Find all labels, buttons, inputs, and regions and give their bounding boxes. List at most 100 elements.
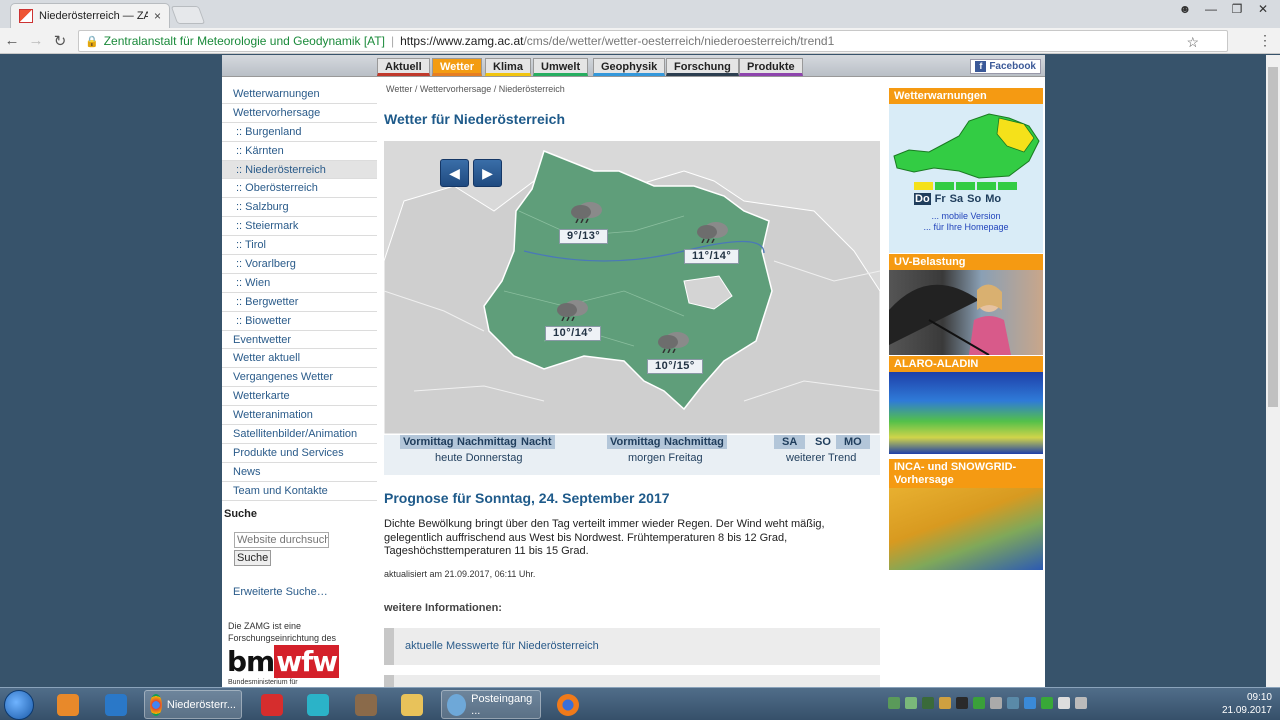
new-tab-button[interactable] [170, 6, 206, 24]
nav-niederoesterreich[interactable]: :: Niederösterreich [222, 160, 377, 180]
map-next-button[interactable]: ▶ [473, 159, 502, 187]
nav-umwelt[interactable]: Umwelt [533, 58, 589, 76]
nav-oberoesterreich[interactable]: :: Oberösterreich [222, 179, 377, 199]
search-button[interactable]: Suche [234, 550, 272, 566]
nav-wien[interactable]: :: Wien [222, 274, 377, 293]
nav-produkte-services[interactable]: Produkte und Services [222, 444, 377, 463]
page-scrollbar[interactable] [1266, 55, 1280, 687]
nav-steiermark[interactable]: :: Steiermark [222, 217, 377, 237]
warnings-title[interactable]: Wetterwarnungen [889, 88, 1043, 104]
nav-wettervorhersage[interactable]: Wettervorhersage [222, 104, 377, 123]
nav-aktuell[interactable]: Aktuell [377, 58, 430, 76]
inca-title[interactable]: INCA- und SNOWGRID-Vorhersage [889, 459, 1043, 488]
music-app[interactable] [302, 690, 334, 719]
nav-wetterwarnungen[interactable]: Wetterwarnungen [222, 85, 377, 104]
scrollbar-thumb[interactable] [1268, 67, 1278, 407]
nav-geophysik[interactable]: Geophysik [593, 58, 666, 76]
browser-tab[interactable]: Niederösterreich — ZAMG × [10, 3, 170, 28]
caption-today: heute Donnerstag [435, 452, 523, 464]
nav-biowetter[interactable]: :: Biowetter [222, 312, 377, 331]
facebook-link[interactable]: f Facebook [970, 59, 1041, 74]
mp3-app[interactable] [256, 690, 288, 719]
bookmark-star-icon[interactable]: ☆ [1186, 34, 1199, 51]
nav-team-kontakte[interactable]: Team und Kontakte [222, 482, 377, 501]
user-icon[interactable]: ☻ [1174, 0, 1196, 18]
alaro-title[interactable]: ALARO-ALADIN [889, 356, 1043, 372]
mail-taskbar-button[interactable]: Posteingang ... [441, 690, 541, 719]
nav-kaernten[interactable]: :: Kärnten [222, 142, 377, 161]
tab-tomorrow-vormittag[interactable]: Vormittag [607, 435, 664, 449]
tray-icon[interactable] [1007, 697, 1019, 709]
homepage-link[interactable]: ... für Ihre Homepage [889, 222, 1043, 232]
nav-vergangenes-wetter[interactable]: Vergangenes Wetter [222, 368, 377, 388]
inca-map[interactable] [889, 488, 1043, 570]
minimize-button[interactable]: — [1200, 0, 1222, 18]
advanced-search-link[interactable]: Erweiterte Suche… [233, 586, 328, 598]
warning-day-do[interactable]: Do [914, 193, 931, 205]
tray-icon[interactable] [1024, 697, 1036, 709]
tray-icon[interactable] [956, 697, 968, 709]
secure-org-label: Zentralanstalt für Meteorologie und Geod… [103, 34, 385, 48]
nav-satellitenbilder[interactable]: Satellitenbilder/Animation [222, 425, 377, 444]
bmwfw-logo[interactable]: bm wfw [227, 645, 352, 678]
uv-image[interactable] [889, 270, 1043, 356]
nav-wetteranimation[interactable]: Wetteranimation [222, 406, 377, 426]
reload-icon[interactable]: ↻ [48, 32, 72, 50]
tray-icon[interactable] [888, 697, 900, 709]
nav-salzburg[interactable]: :: Salzburg [222, 198, 377, 218]
volume-icon[interactable] [1075, 697, 1087, 709]
tab-trend-mo[interactable]: MO [836, 435, 870, 449]
forward-icon[interactable]: → [24, 32, 48, 49]
uv-title[interactable]: UV-Belastung [889, 254, 1043, 270]
tab-tomorrow-nachmittag[interactable]: Nachmittag [661, 435, 727, 449]
nav-burgenland[interactable]: :: Burgenland [222, 123, 377, 142]
clock[interactable]: 09:10 21.09.2017 [1222, 691, 1272, 717]
back-icon[interactable]: ← [0, 32, 24, 49]
warning-day-mo[interactable]: Mo [985, 193, 1001, 205]
tray-icon[interactable] [1041, 697, 1053, 709]
pse-app[interactable] [100, 690, 132, 719]
warning-day-fr[interactable]: Fr [935, 193, 946, 205]
nav-vorarlberg[interactable]: :: Vorarlberg [222, 255, 377, 274]
warning-day-so[interactable]: So [967, 193, 981, 205]
explorer-app[interactable] [396, 690, 428, 719]
nav-eventwetter[interactable]: Eventwetter [222, 331, 377, 350]
tray-icon[interactable] [939, 697, 951, 709]
chrome-taskbar-button[interactable]: Niederösterr... [144, 690, 242, 719]
nav-forschung[interactable]: Forschung [666, 58, 739, 76]
nav-wetterkarte[interactable]: Wetterkarte [222, 387, 377, 407]
address-bar[interactable]: 🔒 Zentralanstalt für Meteorologie und Ge… [78, 30, 1228, 52]
tray-icon[interactable] [973, 697, 985, 709]
tray-icon[interactable] [1058, 697, 1070, 709]
tab-today-nacht[interactable]: Nacht [518, 435, 555, 449]
media-player-app[interactable] [52, 690, 84, 719]
restore-button[interactable]: ❐ [1226, 0, 1248, 18]
close-window-button[interactable]: ✕ [1252, 0, 1274, 18]
firefox-app[interactable] [552, 690, 584, 719]
tray-icon[interactable] [905, 697, 917, 709]
tray-icon[interactable] [922, 697, 934, 709]
menu-icon[interactable]: ⋮ [1258, 32, 1272, 49]
warning-day-sa[interactable]: Sa [950, 193, 963, 205]
tab-trend-sa[interactable]: SA [774, 435, 806, 449]
nav-tirol[interactable]: :: Tirol [222, 236, 377, 256]
tab-trend-so[interactable]: SO [807, 435, 839, 449]
nav-klima[interactable]: Klima [485, 58, 531, 76]
alaro-map[interactable] [889, 372, 1043, 454]
nav-bergwetter[interactable]: :: Bergwetter [222, 293, 377, 312]
gimp-app[interactable] [350, 690, 382, 719]
map-prev-button[interactable]: ◀ [440, 159, 469, 187]
nav-wetter-aktuell[interactable]: Wetter aktuell [222, 349, 377, 369]
tray-icon[interactable] [990, 697, 1002, 709]
nav-produkte[interactable]: Produkte [739, 58, 803, 76]
warnings-map[interactable]: Do Fr Sa So Mo ... mobile Version ... fü… [889, 104, 1043, 253]
search-input[interactable] [234, 532, 329, 548]
tab-today-nachmittag[interactable]: Nachmittag [454, 435, 520, 449]
tab-today-vormittag[interactable]: Vormittag [400, 435, 457, 449]
start-button[interactable] [4, 690, 34, 720]
nav-wetter[interactable]: Wetter [432, 58, 483, 76]
mobile-version-link[interactable]: ... mobile Version [889, 211, 1043, 221]
nav-news[interactable]: News [222, 463, 377, 482]
tab-close-icon[interactable]: × [154, 9, 161, 23]
measurements-link[interactable]: aktuelle Messwerte für Niederösterreich [405, 640, 599, 652]
